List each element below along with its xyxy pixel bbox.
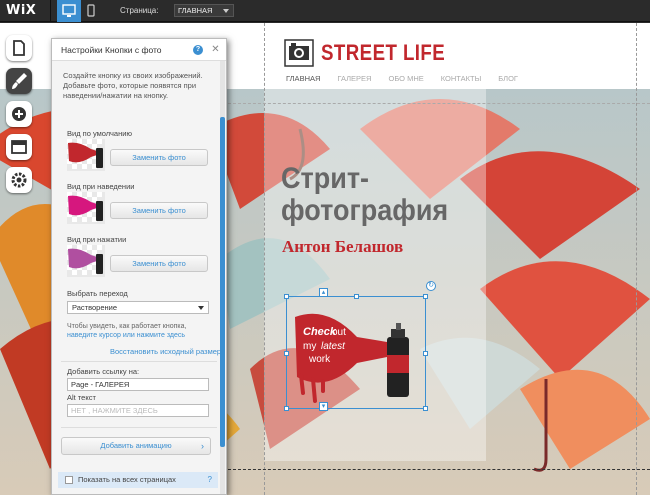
resize-handle-w[interactable] <box>284 351 289 356</box>
hero-title-line2: фотография <box>281 194 449 227</box>
state-hover-label: Вид при наведении <box>67 182 135 191</box>
show-on-all-pages-checkbox[interactable] <box>65 476 73 484</box>
mobile-icon <box>87 4 95 17</box>
nav-item-about[interactable]: ОБО МНЕ <box>388 74 423 83</box>
settings-tool-button[interactable] <box>6 167 32 193</box>
state-hover-thumbnail[interactable] <box>67 192 105 224</box>
design-tool-button[interactable] <box>6 68 32 94</box>
camera-icon <box>284 39 314 67</box>
mobile-view-button[interactable] <box>82 0 100 22</box>
pages-tool-button[interactable] <box>6 35 32 61</box>
desktop-icon <box>62 4 76 17</box>
panel-title: Настройки Кнопки с фото <box>61 45 162 55</box>
resize-handle-e[interactable] <box>423 351 428 356</box>
page-select-value: ГЛАВНАЯ <box>178 6 213 15</box>
rotate-icon[interactable]: ↻ <box>426 281 436 291</box>
topbar-divider <box>50 0 51 22</box>
link-label: Добавить ссылку на: <box>67 367 140 376</box>
button-text-work: work <box>308 354 331 365</box>
brush-icon <box>12 73 27 89</box>
state-click-label: Вид при нажатии <box>67 235 127 244</box>
state-click-thumbnail[interactable] <box>67 245 105 277</box>
state-default-label: Вид по умолчанию <box>67 129 133 138</box>
panel-description: Создайте кнопку из своих изображений. До… <box>63 71 203 100</box>
pages-label: Страница: <box>120 6 159 15</box>
button-text-my: my <box>303 341 316 352</box>
desktop-view-button[interactable] <box>57 0 81 22</box>
photo-button-selection[interactable]: Check out my latest work <box>284 294 428 411</box>
plus-circle-icon <box>12 107 26 121</box>
preview-hint: Чтобы увидеть, как работает кнопка, наве… <box>67 322 217 340</box>
hero-title[interactable]: Стрит- фотография <box>281 163 448 227</box>
preview-hint-link[interactable]: наведите курсор или нажмите здесь <box>67 332 185 339</box>
header-boundary-line <box>228 103 650 104</box>
resize-handle-sw[interactable] <box>284 406 289 411</box>
resize-handle-n[interactable] <box>354 294 359 299</box>
replace-hover-photo-button[interactable]: Заменить фото <box>110 202 208 219</box>
panel-scroll-thumb[interactable] <box>220 117 225 447</box>
add-tool-button[interactable] <box>6 101 32 127</box>
alt-text-input[interactable]: НЕТ , НАЖМИТЕ ЗДЕСЬ <box>67 404 209 417</box>
link-input[interactable]: Page - ГАЛЕРЕЯ <box>67 378 209 391</box>
nav-item-contacts[interactable]: КОНТАКТЫ <box>441 74 481 83</box>
chevron-down-icon <box>198 306 204 310</box>
chevron-down-icon <box>223 9 229 13</box>
state-default-thumbnail[interactable] <box>67 139 105 171</box>
gridline-left <box>264 23 265 495</box>
add-animation-label: Добавить анимацию <box>100 441 172 450</box>
transition-value: Растворение <box>72 303 118 312</box>
panel-divider <box>61 361 217 362</box>
transition-label: Выбрать переход <box>67 289 128 298</box>
resize-handle-se[interactable] <box>423 406 428 411</box>
nav-item-blog[interactable]: БЛОГ <box>498 74 518 83</box>
add-animation-button[interactable]: Добавить анимацию › <box>61 437 211 455</box>
spray-can-button-image: Check out my latest work <box>295 313 409 403</box>
transition-select[interactable]: Растворение <box>67 301 209 314</box>
editor-topbar: WiX Страница: ГЛАВНАЯ <box>0 0 650 22</box>
wix-logo: WiX <box>6 3 37 18</box>
show-on-all-pages-label: Показать на всех страницах <box>78 475 176 484</box>
anchor-down-icon[interactable]: ▾ <box>319 402 328 411</box>
store-icon <box>11 140 27 154</box>
resize-handle-nw[interactable] <box>284 294 289 299</box>
close-icon[interactable]: ✕ <box>210 44 221 55</box>
hint-text: Чтобы увидеть, как работает кнопка, <box>67 323 187 330</box>
chevron-right-icon: › <box>201 441 204 451</box>
brand-title[interactable]: STREET LIFE <box>321 40 445 66</box>
reset-size-link[interactable]: Восстановить исходный размер <box>110 347 221 356</box>
nav-item-gallery[interactable]: ГАЛЕРЕЯ <box>337 74 371 83</box>
nav-item-home[interactable]: ГЛАВНАЯ <box>286 74 320 83</box>
help-icon[interactable]: ? <box>208 475 212 484</box>
show-on-all-pages-row[interactable]: Показать на всех страницах ? <box>58 472 218 488</box>
hero-title-line1: Стрит- <box>281 162 370 195</box>
anchor-up-icon[interactable]: ▴ <box>319 288 328 297</box>
camera-logo[interactable] <box>282 36 316 70</box>
gear-icon <box>11 172 27 188</box>
panel-header[interactable]: Настройки Кнопки с фото ? ✕ <box>52 39 226 61</box>
photo-button-settings-panel: Настройки Кнопки с фото ? ✕ Создайте кно… <box>51 38 227 495</box>
page-bottom-line <box>228 469 650 470</box>
hero-subtitle[interactable]: Антон Белашов <box>282 237 403 257</box>
replace-default-photo-button[interactable]: Заменить фото <box>110 149 208 166</box>
help-icon[interactable]: ? <box>193 45 203 55</box>
gridline-right <box>636 23 637 495</box>
button-text-latest: latest <box>321 341 346 352</box>
replace-click-photo-button[interactable]: Заменить фото <box>110 255 208 272</box>
site-navigation: ГЛАВНАЯ ГАЛЕРЕЯ ОБО МНЕ КОНТАКТЫ БЛОГ <box>286 74 535 83</box>
page-icon <box>13 40 25 56</box>
panel-divider <box>61 427 217 428</box>
resize-handle-ne[interactable] <box>423 294 428 299</box>
page-select[interactable]: ГЛАВНАЯ <box>174 4 234 17</box>
alt-text-label: Alt текст <box>67 393 96 402</box>
app-market-button[interactable] <box>6 134 32 160</box>
button-text-out: out <box>332 327 346 338</box>
